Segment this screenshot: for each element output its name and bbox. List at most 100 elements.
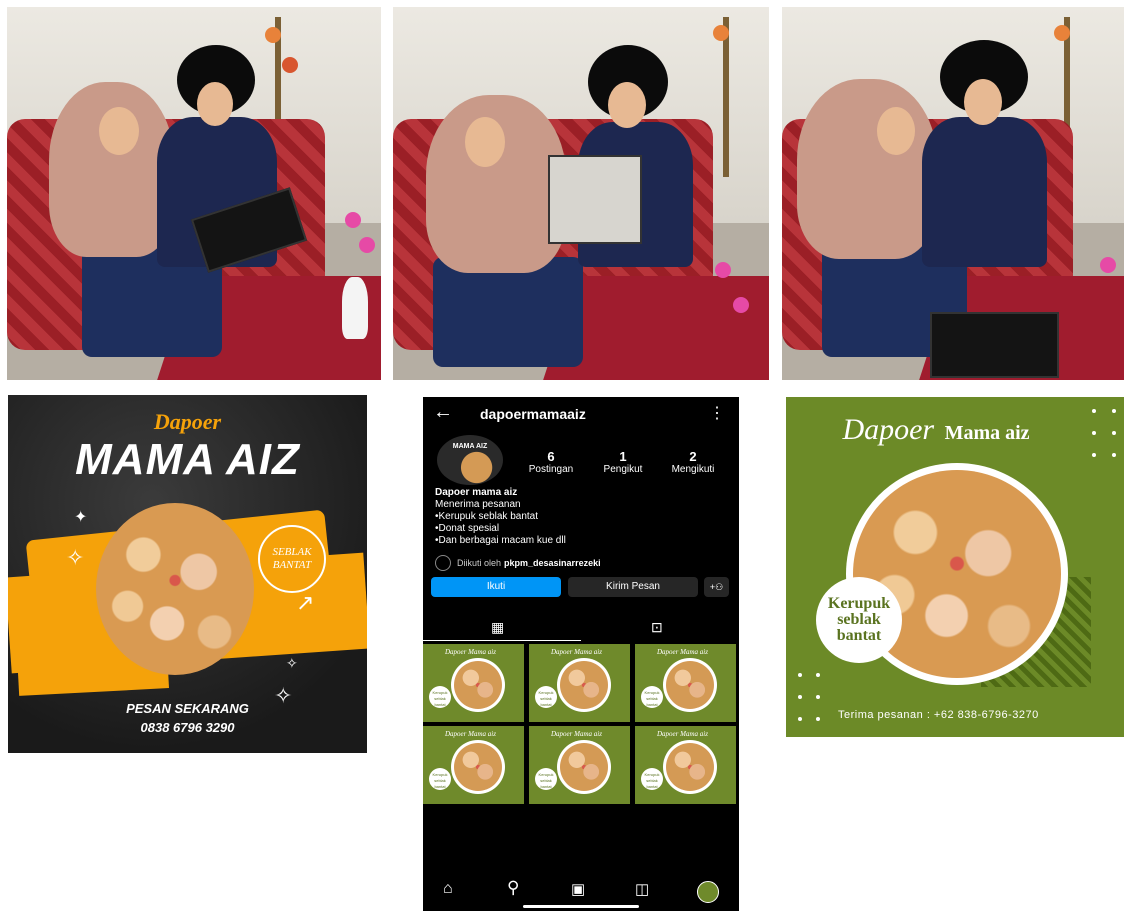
profile-avatar[interactable]: MAMA AIZ: [437, 435, 503, 485]
active-tab-indicator: [423, 640, 581, 641]
man-face: [964, 79, 1002, 125]
bio-name: Dapoer mama aiz: [435, 487, 518, 498]
woman-skirt: [433, 257, 583, 367]
sparkle-icon: ✧: [66, 545, 85, 570]
tile-badge: Kerupuk seblak bantat: [535, 686, 557, 708]
poster-title-line: Dapoer Mama aiz: [786, 413, 1086, 447]
tile-badge: Kerupuk seblak bantat: [429, 768, 451, 790]
tile-plate: [557, 740, 611, 794]
post-tile[interactable]: Dapoer Mama aiz Kerupuk seblak bantat: [635, 726, 736, 804]
instagram-profile-screen: ← dapoermamaaiz ⋮ MAMA AIZ 6 Postingan 1…: [423, 397, 739, 911]
badge-line: Kerupuk: [827, 595, 891, 612]
decor-flower: [282, 57, 298, 73]
search-icon[interactable]: ⚲: [507, 878, 519, 898]
decor-dot: [1112, 409, 1116, 413]
follower-avatar: [435, 555, 451, 571]
stat-value: 2: [689, 449, 697, 464]
bio-line: •Dan berbagai macam kue dll: [435, 535, 566, 546]
bio-line: Menerima pesanan: [435, 499, 521, 510]
post-tile[interactable]: Dapoer Mama aiz Kerupuk seblak bantat: [529, 726, 630, 804]
decor-dot: [798, 695, 802, 699]
tile-title: Dapoer Mama aiz: [657, 648, 708, 656]
more-options-icon[interactable]: ⋮: [709, 403, 725, 423]
photo-3: [782, 7, 1124, 380]
laptop: [930, 312, 1059, 378]
decor-dot: [816, 717, 820, 721]
woman-face: [877, 107, 915, 155]
tile-title: Dapoer Mama aiz: [445, 648, 496, 656]
stat-label: Postingan: [528, 464, 574, 475]
pink-flower: [359, 237, 375, 253]
tile-title: Dapoer Mama aiz: [551, 730, 602, 738]
followed-by-user: pkpm_desasinarrezeki: [504, 558, 601, 568]
decor-dot: [1092, 431, 1096, 435]
decor-dot: [1092, 453, 1096, 457]
tile-badge: Kerupuk seblak bantat: [641, 686, 663, 708]
back-arrow-icon[interactable]: ←: [433, 401, 453, 424]
home-icon[interactable]: ⌂: [443, 880, 453, 898]
decor-dot: [816, 695, 820, 699]
post-tile[interactable]: Dapoer Mama aiz Kerupuk seblak bantat: [423, 644, 524, 722]
add-user-icon[interactable]: +⚇: [704, 577, 729, 597]
stat-posts[interactable]: 6 Postingan: [523, 449, 579, 475]
decor-dot: [816, 673, 820, 677]
woman-face: [465, 117, 505, 167]
stat-followers[interactable]: 1 Pengikut: [595, 449, 651, 475]
reels-icon[interactable]: ▣: [571, 880, 585, 898]
stat-following[interactable]: 2 Mengikuti: [665, 449, 721, 475]
kerupuk-badge: Kerupuk seblak bantat: [816, 577, 902, 663]
message-button[interactable]: Kirim Pesan: [568, 577, 698, 597]
plant-stem: [723, 17, 729, 177]
woman-face: [99, 107, 139, 155]
poster-script-title: Dapoer: [842, 413, 935, 446]
man-suit: [922, 117, 1047, 267]
decor-dot: [1112, 431, 1116, 435]
profile-nav-avatar[interactable]: [697, 881, 719, 903]
poster-script-title: Dapoer: [153, 409, 222, 434]
bio: Dapoer mama aiz Menerima pesanan •Kerupu…: [435, 487, 566, 547]
seblak-badge-text: SEBLAK BANTAT: [272, 546, 312, 571]
post-tile[interactable]: Dapoer Mama aiz Kerupuk seblak bantat: [529, 644, 630, 722]
follow-button[interactable]: Ikuti: [431, 577, 561, 597]
tile-badge: Kerupuk seblak bantat: [429, 686, 451, 708]
post-tile[interactable]: Dapoer Mama aiz Kerupuk seblak bantat: [423, 726, 524, 804]
tile-title: Dapoer Mama aiz: [445, 730, 496, 738]
seblak-badge: SEBLAK BANTAT: [258, 525, 326, 593]
tile-title: Dapoer Mama aiz: [657, 730, 708, 738]
followed-by[interactable]: Diikuti oleh pkpm_desasinarrezeki: [435, 555, 601, 571]
sparkle-icon: ✦: [74, 509, 88, 526]
bio-line: •Kerupuk seblak bantat: [435, 511, 539, 522]
poster-footer: Terima pesanan : +62 838-6796-3270: [838, 709, 1039, 721]
bio-line: •Donat spesial: [435, 523, 500, 534]
pink-flower: [715, 262, 731, 278]
tile-badge: Kerupuk seblak bantat: [535, 768, 557, 790]
arrow-icon: ↗: [296, 590, 315, 615]
poster-title: MAMA AIZ: [75, 435, 300, 484]
shop-icon[interactable]: ◫: [635, 880, 649, 898]
stat-value: 1: [619, 449, 627, 464]
badge-line: seblak: [837, 611, 881, 628]
followed-by-prefix: Diikuti oleh: [457, 558, 502, 568]
stat-label: Pengikut: [603, 464, 643, 475]
home-indicator: [523, 905, 639, 908]
tile-title: Dapoer Mama aiz: [551, 648, 602, 656]
tagged-tab-icon[interactable]: ⊡: [651, 619, 663, 636]
kerupuk-plate: [96, 503, 254, 675]
woman-hijab: [797, 79, 937, 259]
tile-plate: [557, 658, 611, 712]
decor-dot: [798, 673, 802, 677]
promo-poster-dark: Dapoer MAMA AIZ SEBLAK BANTAT ✦ ✧ ✧ ✧ ↗ …: [8, 395, 367, 753]
photo-1: [7, 7, 381, 380]
tile-plate: [451, 740, 505, 794]
stat-value: 6: [547, 449, 555, 464]
poster-phone: 0838 6796 3290: [140, 720, 235, 735]
sparkle-icon: ✧: [286, 655, 298, 671]
tile-plate: [663, 740, 717, 794]
poster-title: Mama aiz: [944, 422, 1030, 444]
grid-tab-icon[interactable]: ▦: [491, 619, 504, 636]
post-tile[interactable]: Dapoer Mama aiz Kerupuk seblak bantat: [635, 644, 736, 722]
badge-line: bantat: [836, 627, 882, 644]
promo-poster-green: Dapoer Mama aiz Kerupuk seblak bantat Te…: [786, 397, 1124, 737]
pink-flower: [733, 297, 749, 313]
profile-username: dapoermamaaiz: [480, 406, 586, 422]
